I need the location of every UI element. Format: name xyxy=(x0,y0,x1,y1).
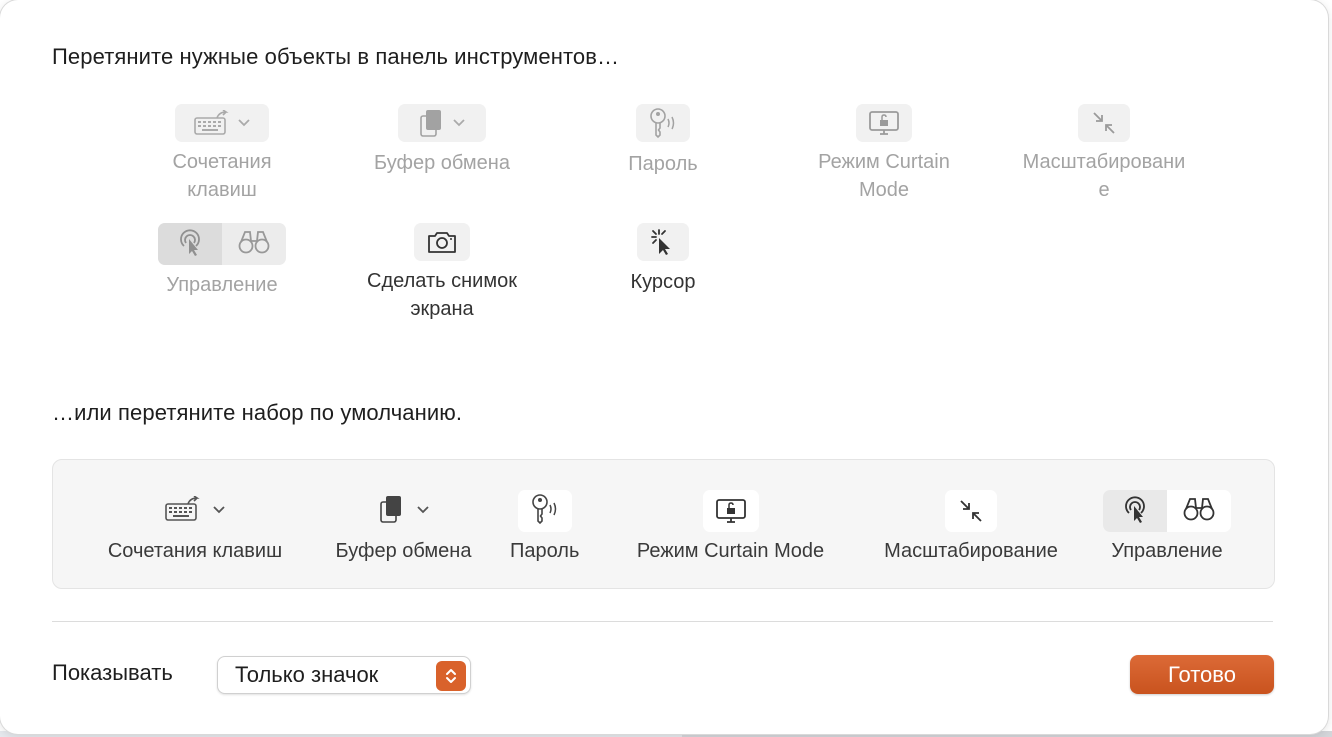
clipboard-icon xyxy=(378,494,404,529)
palette-label-curtain-2: Mode xyxy=(858,179,910,201)
default-item-password: Пароль xyxy=(510,490,579,563)
show-mode-popup[interactable]: Только значок xyxy=(217,656,471,694)
default-label-clipboard: Буфер обмена xyxy=(335,540,472,562)
default-item-control: Управление xyxy=(1103,490,1231,563)
palette-item-clipboard[interactable]: Буфер обмена xyxy=(332,104,552,177)
binoculars-icon xyxy=(237,229,271,260)
updown-chevron-icon xyxy=(436,661,466,691)
palette-label-screenshot-2: экрана xyxy=(410,298,474,320)
footer-divider xyxy=(52,621,1273,622)
default-toolbar-set[interactable]: Сочетания клавиш Буфер обмена Пароль Реж… xyxy=(52,459,1275,589)
default-item-shortcuts: Сочетания клавиш xyxy=(93,490,297,563)
palette-label-scale-1: Масштабировани xyxy=(1022,151,1186,173)
palette-label-clipboard: Буфер обмена xyxy=(374,152,510,174)
palette-label-shortcuts-1: Сочетания xyxy=(172,151,272,173)
default-item-clipboard: Буфер обмена xyxy=(325,490,482,563)
items-heading: Перетяните нужные объекты в панель инстр… xyxy=(52,44,620,69)
cursor-sparkle-icon xyxy=(648,227,678,257)
palette-item-screenshot[interactable]: Сделать снимок экрана xyxy=(332,223,552,323)
palette-item-curtain[interactable]: Режим Curtain Mode xyxy=(774,104,994,204)
keyboard-arrow-icon xyxy=(164,494,200,527)
default-label-curtain: Режим Curtain Mode xyxy=(636,540,825,562)
default-label-scale: Масштабирование xyxy=(884,540,1058,562)
chevron-down-icon xyxy=(237,118,251,128)
default-item-scale: Масштабирование xyxy=(869,490,1073,563)
palette-label-control: Управление xyxy=(166,274,278,296)
camera-icon xyxy=(426,229,458,255)
palette-item-cursor[interactable]: Курсор xyxy=(553,223,773,296)
show-mode-value: Только значок xyxy=(235,662,379,687)
key-icon xyxy=(528,493,562,530)
palette-label-screenshot-1: Сделать снимок xyxy=(367,270,517,292)
palette-label-curtain-1: Режим Curtain xyxy=(818,151,950,173)
done-button[interactable]: Готово xyxy=(1130,655,1274,694)
palette-label-scale-2: е xyxy=(1098,179,1110,201)
chevron-down-icon xyxy=(212,502,226,520)
arrows-inward-icon xyxy=(1090,109,1118,137)
display-lock-icon xyxy=(868,109,900,137)
pointer-cursor-icon xyxy=(175,227,205,262)
default-item-curtain: Режим Curtain Mode xyxy=(620,490,841,563)
keyboard-arrow-icon xyxy=(193,110,229,136)
palette-label-password: Пароль xyxy=(628,153,698,175)
default-set-heading: …или перетяните набор по умолчанию. xyxy=(52,400,463,425)
pointer-cursor-icon xyxy=(1120,494,1150,529)
clipboard-icon xyxy=(418,108,444,138)
customize-toolbar-sheet: Перетяните нужные объекты в панель инстр… xyxy=(0,0,1328,734)
arrows-inward-icon xyxy=(945,490,997,532)
show-label: Показывать xyxy=(52,660,173,685)
palette-label-cursor: Курсор xyxy=(630,271,696,293)
palette-item-shortcuts[interactable]: Сочетания клавиш xyxy=(112,104,332,204)
default-label-shortcuts: Сочетания клавиш xyxy=(107,540,283,562)
palette-item-control[interactable]: Управление xyxy=(112,223,332,299)
default-label-password: Пароль xyxy=(510,540,580,562)
palette-item-password[interactable]: Пароль xyxy=(553,104,773,178)
chevron-down-icon xyxy=(416,502,430,520)
palette-item-scale[interactable]: Масштабировани е xyxy=(994,104,1214,204)
chevron-down-icon xyxy=(452,118,466,128)
binoculars-icon xyxy=(1182,496,1216,527)
display-lock-icon xyxy=(702,490,759,532)
default-label-control: Управление xyxy=(1111,540,1223,562)
palette-label-shortcuts-2: клавиш xyxy=(187,179,257,201)
key-icon xyxy=(646,107,680,139)
